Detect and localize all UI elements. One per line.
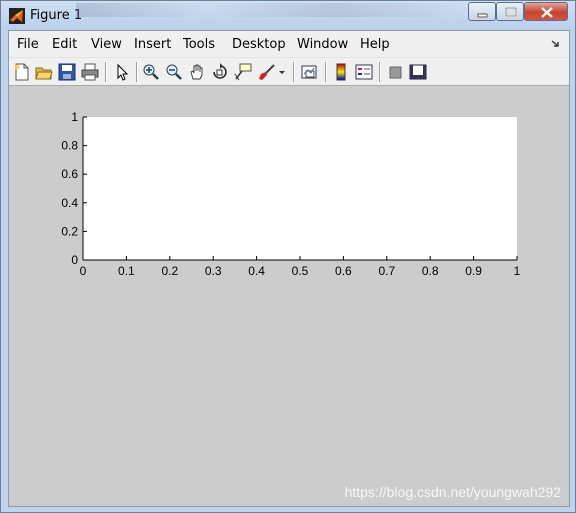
y-tick-label: 0.8 (61, 139, 78, 153)
watermark-text: https://blog.csdn.net/youngwah292 (344, 484, 561, 500)
hide-plot-tools-icon[interactable] (386, 63, 404, 81)
maximize-icon (505, 7, 517, 17)
menu-insert[interactable]: Insert (134, 37, 171, 52)
x-tick-label: 1 (514, 264, 521, 278)
x-tick-label: 0.4 (248, 264, 265, 278)
y-tick-label: 0.6 (61, 167, 78, 181)
figure-canvas: 0 0.1 0.2 0.3 0.4 0.5 0.6 0.7 0.8 0.9 1 0 0.2 0.4 0.6 0… (9, 86, 569, 506)
rotate-3d-icon[interactable] (211, 63, 229, 81)
minimize-button[interactable] (468, 2, 496, 21)
x-tick-label: 0.8 (422, 264, 439, 278)
x-tick-label: 0.7 (378, 264, 395, 278)
edit-plot-icon[interactable] (113, 63, 131, 81)
window-title: Figure 1 (30, 8, 83, 23)
toolbar-separator (379, 62, 380, 82)
close-button[interactable] (524, 2, 568, 21)
menu-tools[interactable]: Tools (183, 37, 215, 52)
link-plot-icon[interactable] (300, 63, 318, 81)
x-tick-label: 0.9 (465, 264, 482, 278)
dock-arrow-icon[interactable] (551, 39, 561, 49)
menu-desktop[interactable]: Desktop (232, 37, 286, 52)
insert-colorbar-icon[interactable] (332, 63, 350, 81)
insert-legend-icon[interactable] (355, 63, 373, 81)
zoom-out-icon[interactable] (165, 63, 183, 81)
show-plot-tools-icon[interactable] (409, 63, 427, 81)
close-icon (541, 7, 553, 18)
title-bar[interactable]: Figure 1 (1, 1, 575, 30)
menu-view[interactable]: View (91, 37, 122, 52)
brush-dropdown-icon[interactable] (277, 63, 287, 81)
menu-edit[interactable]: Edit (52, 37, 77, 52)
blurred-region (76, 3, 466, 17)
data-cursor-icon[interactable] (234, 63, 252, 81)
y-tick-label: 0.2 (61, 224, 78, 238)
y-tick-label: 1 (71, 110, 78, 124)
open-file-icon[interactable] (35, 63, 53, 81)
toolbar-separator (293, 62, 294, 82)
x-tick-label: 0.3 (205, 264, 222, 278)
menu-bar: File Edit View Insert Tools Desktop Wind… (9, 31, 569, 57)
figure-window: Figure 1 File Edit View Insert Tools Des… (0, 0, 576, 513)
maximize-button[interactable] (496, 2, 524, 21)
plot-axes[interactable]: 0 0.1 0.2 0.3 0.4 0.5 0.6 0.7 0.8 0.9 1 0 0.2 0.4 0.6 0… (9, 86, 569, 506)
x-tick-label: 0.5 (292, 264, 309, 278)
print-icon[interactable] (81, 63, 99, 81)
y-tick-label: 0 (71, 253, 78, 267)
brush-icon[interactable] (258, 63, 276, 81)
minimize-icon (477, 13, 488, 18)
new-figure-icon[interactable] (13, 63, 31, 81)
toolbar-separator (105, 62, 106, 82)
x-tick-label: 0.2 (161, 264, 178, 278)
pan-icon[interactable] (188, 63, 206, 81)
menu-file[interactable]: File (17, 37, 39, 52)
save-icon[interactable] (58, 63, 76, 81)
x-tick-label: 0 (80, 264, 87, 278)
x-tick-label: 0.1 (118, 264, 135, 278)
figure-client: File Edit View Insert Tools Desktop Wind… (8, 30, 570, 507)
figure-toolbar (9, 57, 569, 86)
axes-background (83, 117, 517, 260)
menu-help[interactable]: Help (360, 37, 390, 52)
toolbar-separator (136, 62, 137, 82)
x-tick-label: 0.6 (335, 264, 352, 278)
y-tick-label: 0.4 (61, 196, 78, 210)
zoom-in-icon[interactable] (142, 63, 160, 81)
matlab-logo-icon (9, 8, 25, 24)
menu-window[interactable]: Window (297, 37, 348, 52)
toolbar-separator (325, 62, 326, 82)
